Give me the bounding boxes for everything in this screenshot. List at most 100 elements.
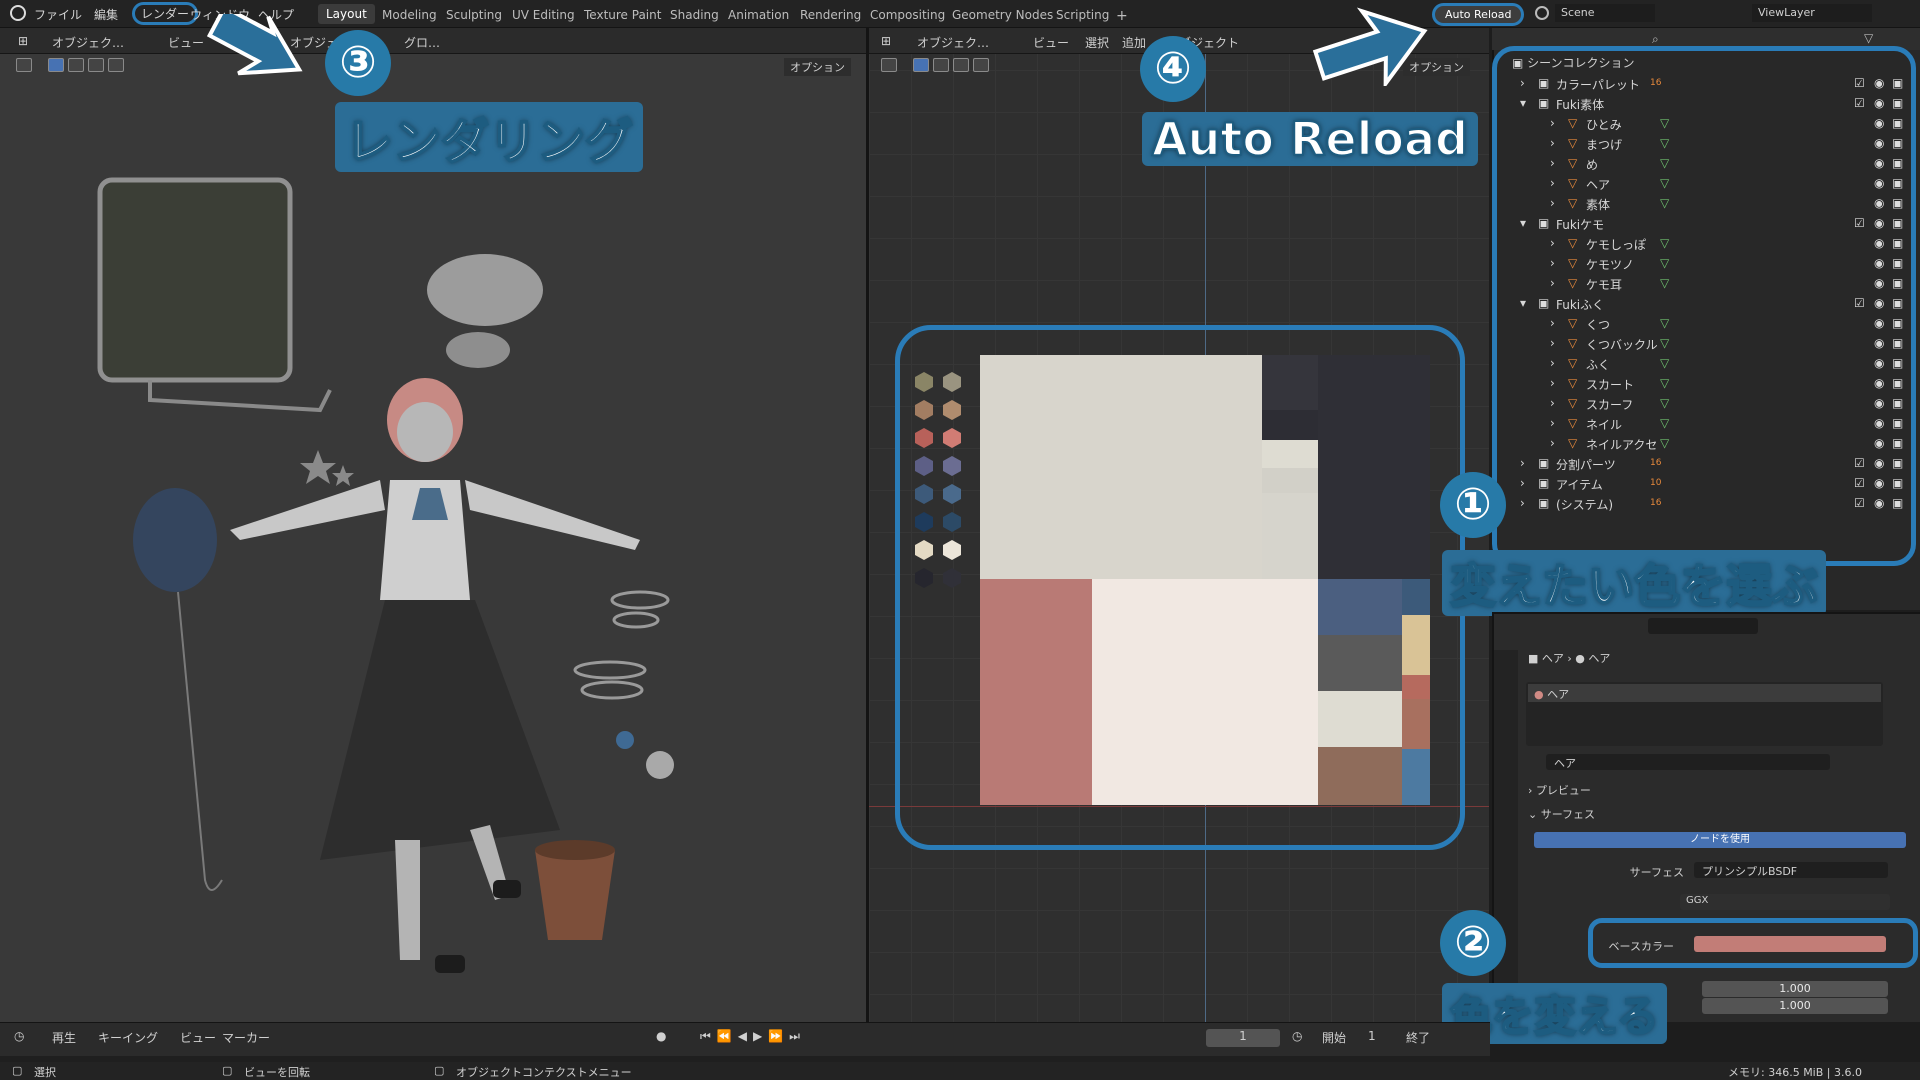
- eye-icon[interactable]: ◉: [1874, 296, 1884, 310]
- value-field-2[interactable]: 1.000: [1702, 998, 1888, 1014]
- camera-icon[interactable]: ▣: [1892, 296, 1903, 310]
- material-slot-list[interactable]: ● ヘア: [1526, 682, 1883, 746]
- outliner-item[interactable]: ▾ ▣ Fuki素体 ☑ ◉ ▣: [1510, 94, 1910, 114]
- select-box-tool-icon[interactable]: [16, 58, 32, 72]
- mode-set-icon[interactable]: [913, 58, 929, 72]
- outliner-item[interactable]: ▾ ▣ Fukiケモ ☑ ◉ ▣: [1510, 214, 1910, 234]
- chevron-right-icon[interactable]: ›: [1550, 176, 1555, 190]
- eye-icon[interactable]: ◉: [1874, 376, 1884, 390]
- add-workspace-icon[interactable]: +: [1116, 8, 1128, 24]
- chevron-right-icon[interactable]: ›: [1520, 456, 1525, 470]
- eye-icon[interactable]: ◉: [1874, 456, 1884, 470]
- viewlayer-field[interactable]: ViewLayer: [1752, 4, 1872, 22]
- view-menu[interactable]: ビュー: [1033, 34, 1069, 51]
- mode-subtract-icon[interactable]: [953, 58, 969, 72]
- exclude-checkbox[interactable]: ☑: [1854, 296, 1865, 310]
- outliner-item[interactable]: › ▽ くつ ▽ ◉ ▣: [1510, 314, 1910, 334]
- chevron-right-icon[interactable]: ›: [1550, 236, 1555, 250]
- eye-icon[interactable]: ◉: [1874, 316, 1884, 330]
- outliner-item[interactable]: › ▽ ケモツノ ▽ ◉ ▣: [1510, 254, 1910, 274]
- tab-rendering[interactable]: Rendering: [800, 8, 861, 22]
- chevron-right-icon[interactable]: ›: [1550, 256, 1555, 270]
- properties-search[interactable]: [1648, 618, 1758, 634]
- surface-shader-field[interactable]: プリンシプルBSDF: [1694, 862, 1888, 878]
- eye-icon[interactable]: ◉: [1874, 416, 1884, 430]
- tab-sculpting[interactable]: Sculpting: [446, 8, 502, 22]
- value-field-1[interactable]: 1.000: [1702, 981, 1888, 997]
- mode-extend-icon[interactable]: [68, 58, 84, 72]
- playback-controls-icon[interactable]: ⏮⏪◀▶⏩⏭: [700, 1029, 806, 1044]
- outliner-item[interactable]: › ▽ くつバックル ▽ ◉ ▣: [1510, 334, 1910, 354]
- eye-icon[interactable]: ◉: [1874, 276, 1884, 290]
- select-menu[interactable]: 選択: [1085, 34, 1109, 51]
- outliner-item[interactable]: › ▣ 分割パーツ 16 ☑ ◉ ▣: [1510, 454, 1910, 474]
- camera-icon[interactable]: ▣: [1892, 76, 1903, 90]
- chevron-right-icon[interactable]: ›: [1520, 496, 1525, 510]
- select-box-tool-icon[interactable]: [881, 58, 897, 72]
- blender-logo-icon[interactable]: [10, 5, 26, 21]
- tab-shading[interactable]: Shading: [670, 8, 719, 22]
- tab-modeling[interactable]: Modeling: [382, 8, 437, 22]
- camera-icon[interactable]: ▣: [1892, 256, 1903, 270]
- start-frame-field[interactable]: 1: [1368, 1029, 1376, 1043]
- menu-edit[interactable]: 編集: [94, 6, 118, 23]
- exclude-checkbox[interactable]: ☑: [1854, 76, 1865, 90]
- camera-icon[interactable]: ▣: [1892, 116, 1903, 130]
- eye-icon[interactable]: ◉: [1874, 156, 1884, 170]
- eye-icon[interactable]: ◉: [1874, 176, 1884, 190]
- current-frame-field[interactable]: 1: [1206, 1029, 1280, 1047]
- exclude-checkbox[interactable]: ☑: [1854, 496, 1865, 510]
- camera-icon[interactable]: ▣: [1892, 416, 1903, 430]
- outliner-item[interactable]: › ▽ ふく ▽ ◉ ▣: [1510, 354, 1910, 374]
- outliner-item[interactable]: › ▽ 素体 ▽ ◉ ▣: [1510, 194, 1910, 214]
- camera-icon[interactable]: ▣: [1892, 236, 1903, 250]
- chevron-right-icon[interactable]: ›: [1550, 196, 1555, 210]
- outliner-item[interactable]: ▾ ▣ Fukiふく ☑ ◉ ▣: [1510, 294, 1910, 314]
- chevron-right-icon[interactable]: ›: [1550, 116, 1555, 130]
- chevron-down-icon[interactable]: ▾: [1520, 216, 1526, 230]
- tab-geometry-nodes[interactable]: Geometry Nodes: [952, 8, 1053, 22]
- camera-icon[interactable]: ▣: [1892, 156, 1903, 170]
- camera-icon[interactable]: ▣: [1892, 356, 1903, 370]
- camera-icon[interactable]: ▣: [1892, 336, 1903, 350]
- eye-icon[interactable]: ◉: [1874, 436, 1884, 450]
- filter-icon[interactable]: ▽: [1864, 31, 1873, 45]
- mode-intersect-icon[interactable]: [108, 58, 124, 72]
- outliner-item[interactable]: › ▽ め ▽ ◉ ▣: [1510, 154, 1910, 174]
- chevron-right-icon[interactable]: ›: [1550, 156, 1555, 170]
- camera-icon[interactable]: ▣: [1892, 136, 1903, 150]
- chevron-right-icon[interactable]: ›: [1550, 336, 1555, 350]
- menu-render[interactable]: レンダー: [132, 2, 199, 25]
- outliner-item[interactable]: › ▽ ネイル ▽ ◉ ▣: [1510, 414, 1910, 434]
- camera-icon[interactable]: ▣: [1892, 456, 1903, 470]
- base-color-swatch[interactable]: [1694, 936, 1886, 952]
- mode-dropdown[interactable]: オブジェク…: [52, 34, 124, 51]
- tab-layout[interactable]: Layout: [318, 4, 375, 24]
- mode-subtract-icon[interactable]: [88, 58, 104, 72]
- eye-icon[interactable]: ◉: [1874, 236, 1884, 250]
- mode-extend-icon[interactable]: [933, 58, 949, 72]
- camera-icon[interactable]: ▣: [1892, 96, 1903, 110]
- eye-icon[interactable]: ◉: [1874, 256, 1884, 270]
- auto-reload-button[interactable]: Auto Reload: [1432, 3, 1525, 26]
- chevron-right-icon[interactable]: ›: [1550, 316, 1555, 330]
- eye-icon[interactable]: ◉: [1874, 76, 1884, 90]
- exclude-checkbox[interactable]: ☑: [1854, 216, 1865, 230]
- camera-icon[interactable]: ▣: [1892, 436, 1903, 450]
- view-menu[interactable]: ビュー: [168, 34, 204, 51]
- distribution-dropdown[interactable]: GGX: [1680, 894, 1890, 910]
- outliner-item[interactable]: › ▽ ヘア ▽ ◉ ▣: [1510, 174, 1910, 194]
- mode-intersect-icon[interactable]: [973, 58, 989, 72]
- tab-scripting[interactable]: Scripting: [1056, 8, 1109, 22]
- surface-panel-header[interactable]: ⌄ サーフェス: [1528, 806, 1908, 822]
- outliner-item[interactable]: › ▽ ケモ耳 ▽ ◉ ▣: [1510, 274, 1910, 294]
- menu-file[interactable]: ファイル: [34, 6, 82, 23]
- chevron-down-icon[interactable]: ▾: [1520, 96, 1526, 110]
- outliner-item[interactable]: › ▽ ひとみ ▽ ◉ ▣: [1510, 114, 1910, 134]
- outliner-item[interactable]: › ▣ アイテム 10 ☑ ◉ ▣: [1510, 474, 1910, 494]
- chevron-right-icon[interactable]: ›: [1550, 416, 1555, 430]
- outliner-item[interactable]: › ▣ (システム) 16 ☑ ◉ ▣: [1510, 494, 1910, 514]
- tab-uv-editing[interactable]: UV Editing: [512, 8, 575, 22]
- chevron-right-icon[interactable]: ›: [1550, 376, 1555, 390]
- eye-icon[interactable]: ◉: [1874, 356, 1884, 370]
